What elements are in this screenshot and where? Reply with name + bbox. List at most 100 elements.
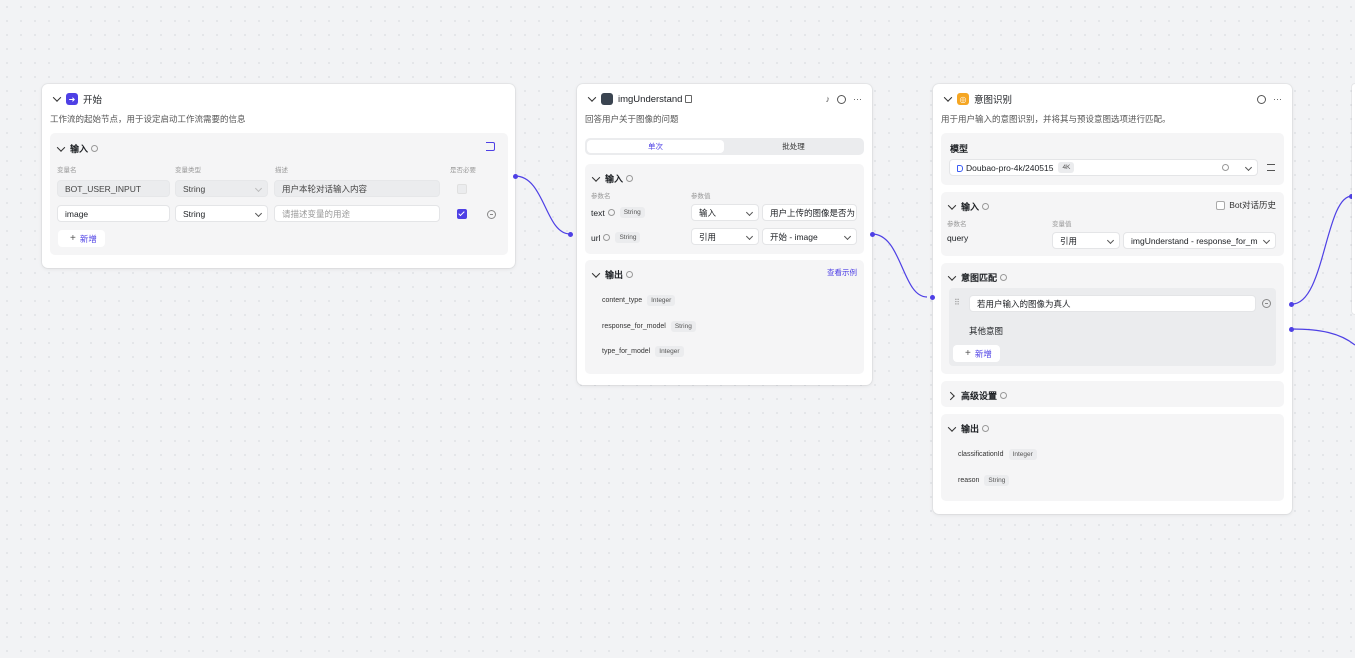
tab-single[interactable]: 单次 — [587, 140, 724, 153]
type-tag: Integer — [647, 295, 676, 306]
output-row: response_for_model String — [602, 321, 696, 332]
collapse-chevron-icon[interactable] — [947, 202, 957, 212]
import-icon[interactable] — [486, 142, 495, 151]
start-output-handle[interactable] — [513, 174, 518, 179]
doc-icon[interactable] — [685, 95, 693, 103]
output-name: reason — [958, 477, 980, 484]
var-desc-field[interactable]: 请描述变量的用途 — [274, 205, 440, 222]
drag-handle-icon[interactable]: ⠿ — [954, 298, 960, 307]
mode-select[interactable]: 输入 — [691, 204, 759, 221]
reference-select[interactable]: imgUnderstand - response_for_m — [1123, 232, 1276, 249]
edge-intent-out-1 — [1291, 195, 1353, 305]
expand-chevron-icon[interactable] — [947, 391, 957, 401]
param-value-input[interactable]: 用户上传的图像是否为 — [762, 204, 857, 221]
tab-batch[interactable]: 批处理 — [725, 140, 862, 153]
info-icon — [982, 203, 990, 210]
advanced-panel[interactable]: 高级设置 — [941, 381, 1284, 407]
run-icon[interactable] — [1257, 94, 1266, 104]
output-section-title[interactable]: 输出 — [591, 268, 634, 281]
field-value: imgUnderstand - response_for_m — [1131, 235, 1258, 246]
add-variable-button[interactable]: + 新增 — [58, 230, 105, 247]
chevron-down-icon — [745, 208, 754, 217]
output-row: classificationId Integer — [958, 449, 1037, 460]
info-icon — [603, 234, 611, 241]
view-example-link[interactable]: 查看示例 — [827, 267, 857, 278]
output-panel: 输出 查看示例 content_type Integer response_for… — [585, 260, 864, 374]
remove-row-icon[interactable] — [487, 210, 496, 219]
collapse-chevron-icon[interactable] — [943, 94, 953, 104]
var-type-select[interactable]: String — [175, 205, 268, 222]
collapse-chevron-icon[interactable] — [947, 424, 957, 434]
img-input-handle[interactable] — [568, 232, 573, 237]
output-section-title[interactable]: 输出 — [947, 422, 990, 435]
more-icon[interactable]: ··· — [1273, 94, 1282, 104]
col-value: 参数值 — [691, 193, 711, 200]
run-icon[interactable] — [837, 94, 846, 104]
workflow-canvas[interactable]: ➜ 开始 工作流的起始节点，用于设定启动工作流需要的信息 输入 变量名 变量类型… — [0, 0, 1355, 658]
section-label: 高级设置 — [961, 391, 998, 401]
var-desc-field[interactable]: 用户本轮对话输入内容 — [274, 180, 440, 197]
param-name: text — [591, 207, 605, 218]
match-section-title[interactable]: 意图匹配 — [947, 271, 1008, 284]
intent-node[interactable]: ◎ 意图识别 ··· 用于用户输入的意图识别，并将其与预设意图选项进行匹配。 模… — [933, 84, 1292, 514]
type-tag: String — [984, 475, 1010, 486]
intent-match-panel: 意图匹配 ⠿ 若用户输入的图像为真人 其他意图 + 新增 — [941, 263, 1284, 374]
more-icon[interactable]: ··· — [853, 94, 862, 104]
input-section-title[interactable]: 输入 — [591, 172, 634, 185]
add-intent-button[interactable]: + 新增 — [953, 345, 1000, 362]
type-tag: String — [615, 232, 641, 243]
var-name-field[interactable]: BOT_USER_INPUT — [57, 180, 170, 197]
required-checkbox[interactable] — [457, 184, 467, 194]
output-name: type_for_model — [602, 348, 651, 355]
intent-output-handle-1[interactable] — [1289, 302, 1294, 307]
collapse-chevron-icon[interactable] — [591, 174, 601, 184]
model-badge: 4K — [1058, 162, 1075, 173]
collapse-chevron-icon[interactable] — [56, 144, 66, 154]
field-value: 开始 - image — [770, 231, 818, 242]
info-icon — [1000, 274, 1008, 281]
settings-sliders-icon[interactable] — [1267, 164, 1275, 171]
col-value: 变量值 — [1052, 221, 1072, 228]
mode-segment: 单次 批处理 — [585, 138, 864, 155]
node-title: 开始 — [83, 95, 103, 106]
input-section-title[interactable]: 输入 — [56, 142, 99, 155]
field-value: String — [183, 208, 206, 219]
col-param: 参数名 — [591, 193, 611, 200]
info-icon — [626, 175, 634, 182]
section-label: 输入 — [961, 202, 980, 212]
check-icon — [458, 209, 465, 217]
field-placeholder: 请描述变量的用途 — [282, 208, 351, 219]
img-output-handle[interactable] — [870, 232, 875, 237]
var-type-select[interactable]: String — [175, 180, 268, 197]
intent-input[interactable]: 若用户输入的图像为真人 — [969, 295, 1256, 312]
edge-intent-out-2 — [1291, 328, 1355, 346]
reference-select[interactable]: 开始 - image — [762, 228, 857, 245]
collapse-chevron-icon[interactable] — [591, 270, 601, 280]
advanced-section-title[interactable]: 高级设置 — [947, 389, 1008, 402]
required-checkbox[interactable] — [457, 209, 467, 219]
img-understand-node[interactable]: imgUnderstand ♪ ··· 回答用户关于图像的问题 单次 批处理 输… — [577, 84, 872, 385]
var-name-field[interactable]: image — [57, 205, 170, 222]
bell-off-icon[interactable]: ♪ — [826, 94, 831, 104]
mode-select[interactable]: 引用 — [691, 228, 759, 245]
info-icon[interactable] — [1222, 164, 1229, 171]
input-section-title[interactable]: 输入 — [947, 200, 990, 213]
chevron-down-icon — [745, 232, 754, 241]
collapse-chevron-icon[interactable] — [947, 273, 957, 283]
node-title: 意图识别 — [974, 95, 1013, 106]
bot-history-toggle[interactable]: Bot对话历史 — [1216, 199, 1276, 211]
start-node[interactable]: ➜ 开始 工作流的起始节点，用于设定启动工作流需要的信息 输入 变量名 变量类型… — [42, 84, 515, 268]
model-select[interactable]: Doubao-pro-4k/240515 4K — [949, 159, 1258, 176]
output-row: reason String — [958, 475, 1010, 486]
collapse-chevron-icon[interactable] — [587, 94, 597, 104]
param-name: url — [591, 232, 601, 243]
remove-intent-icon[interactable] — [1262, 299, 1271, 308]
intent-input-handle[interactable] — [930, 295, 935, 300]
type-tag: String — [670, 321, 696, 332]
collapse-chevron-icon[interactable] — [52, 94, 62, 104]
field-value: 若用户输入的图像为真人 — [977, 298, 1071, 309]
param-name: query — [947, 233, 969, 243]
intent-output-handle-2[interactable] — [1289, 327, 1294, 332]
start-node-icon: ➜ — [66, 93, 78, 105]
mode-select[interactable]: 引用 — [1052, 232, 1120, 249]
